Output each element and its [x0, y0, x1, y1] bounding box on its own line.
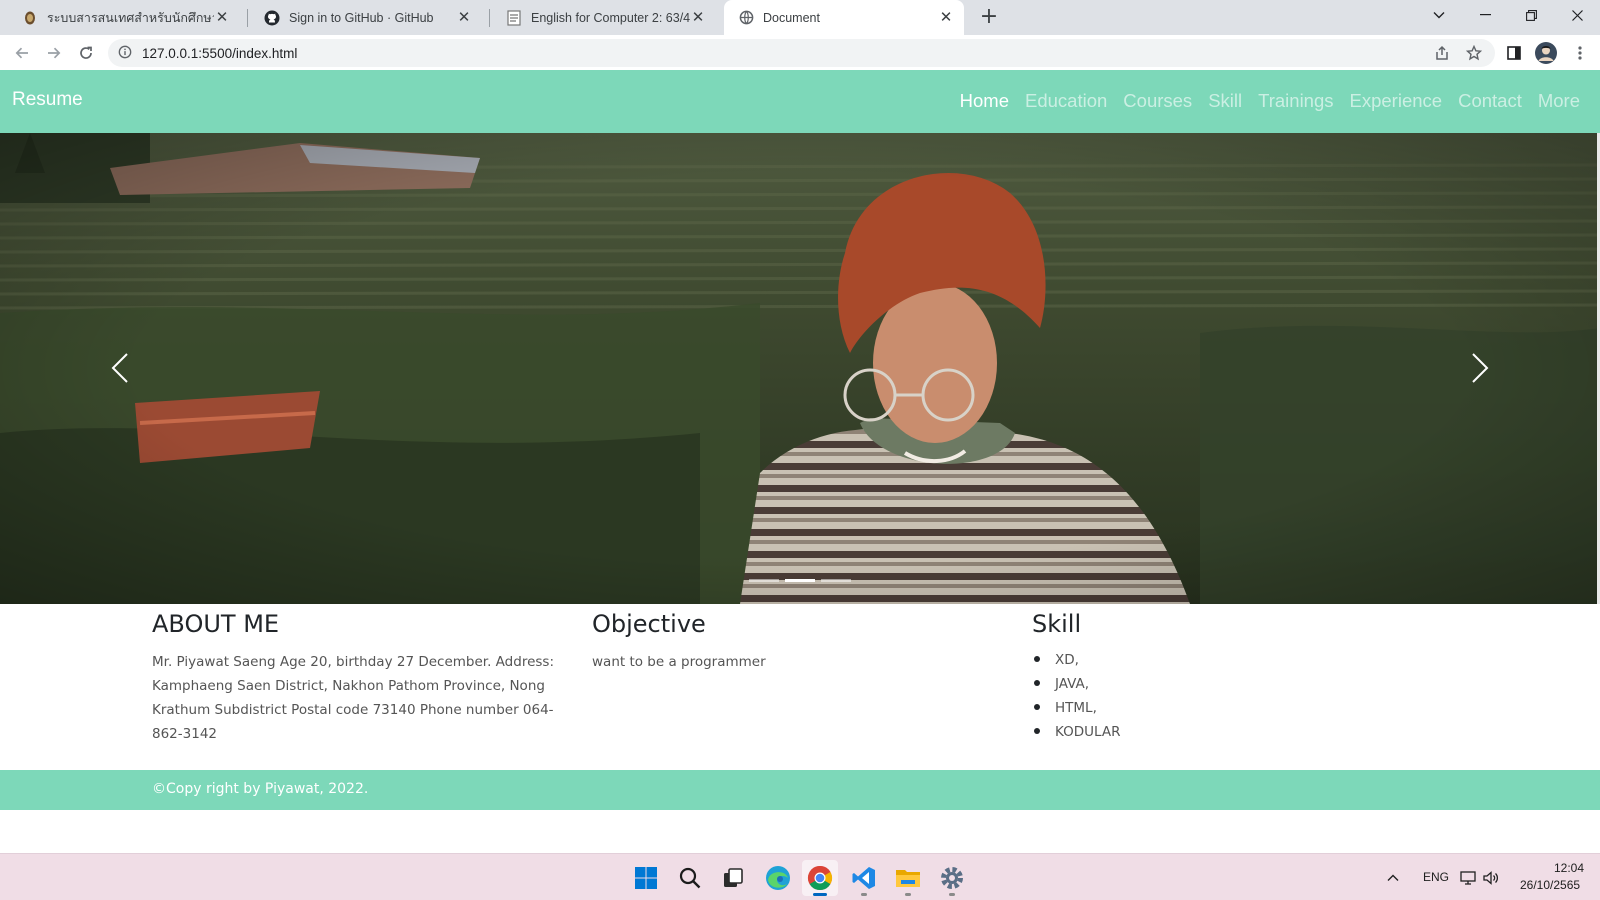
reload-button[interactable]: [72, 39, 100, 67]
windows-taskbar: ENG 12:04 26/10/2565: [0, 853, 1600, 900]
running-indicator: [813, 893, 827, 896]
tab-separator: [247, 9, 248, 27]
clock-date[interactable]: 26/10/2565: [1520, 878, 1580, 892]
bookmark-star-icon[interactable]: [1460, 39, 1488, 67]
nav-home[interactable]: Home: [960, 90, 1009, 112]
chevron-left-icon: [111, 353, 128, 383]
university-seal-icon: [22, 10, 38, 26]
about-column: ABOUT ME Mr. Piyawat Saeng Age 20, birth…: [152, 610, 562, 746]
task-view-icon[interactable]: [715, 860, 751, 896]
running-indicator: [861, 893, 867, 896]
github-icon: [264, 10, 280, 26]
nav-contact[interactable]: Contact: [1458, 90, 1522, 112]
minimize-button[interactable]: [1462, 0, 1508, 30]
settings-icon[interactable]: [934, 860, 970, 896]
running-indicator: [905, 893, 911, 896]
skill-item: XD,: [1032, 648, 1442, 672]
side-panel-icon[interactable]: [1500, 39, 1528, 67]
objective-text: want to be a programmer: [592, 654, 766, 670]
file-explorer-icon[interactable]: [890, 860, 926, 896]
close-icon[interactable]: ✕: [690, 9, 706, 26]
new-tab-button[interactable]: +: [975, 4, 1003, 32]
show-hidden-icons-button[interactable]: [1382, 860, 1404, 896]
tab-english-course[interactable]: English for Computer 2: 63/44 : ส ✕: [492, 0, 716, 35]
carousel-photo: [0, 133, 1600, 604]
carousel-indicator-1[interactable]: [749, 579, 779, 582]
tab-title: ระบบสารสนเทศสำหรับนักศึกษา: [47, 10, 214, 25]
nav-experience[interactable]: Experience: [1350, 90, 1443, 112]
carousel-indicator-3[interactable]: [821, 579, 851, 582]
vscode-icon[interactable]: [846, 860, 882, 896]
volume-icon[interactable]: [1480, 860, 1502, 896]
back-button[interactable]: [8, 39, 36, 67]
share-icon[interactable]: [1428, 39, 1456, 67]
nav-links: Home Education Courses Skill Trainings E…: [960, 90, 1580, 112]
skill-item: KODULAR: [1032, 720, 1442, 744]
windows-start-icon[interactable]: [628, 860, 664, 896]
close-window-button[interactable]: [1554, 0, 1600, 30]
site-footer: ©Copy right by Piyawat, 2022.: [0, 770, 1600, 810]
about-title: ABOUT ME: [152, 610, 280, 638]
tab-title: Document: [763, 10, 820, 25]
tab-search-button[interactable]: [1416, 0, 1462, 30]
site-info-icon[interactable]: [118, 44, 132, 63]
chrome-icon[interactable]: [802, 860, 838, 896]
site-navbar: Resume Home Education Courses Skill Trai…: [0, 70, 1600, 133]
profile-avatar[interactable]: [1532, 39, 1560, 67]
hero-carousel: [0, 133, 1600, 604]
browser-toolbar: 127.0.0.1:5500/index.html: [0, 35, 1600, 70]
carousel-indicator-2[interactable]: [785, 579, 815, 582]
search-icon[interactable]: [672, 860, 708, 896]
nav-more[interactable]: More: [1538, 90, 1580, 112]
edge-icon[interactable]: [760, 860, 796, 896]
about-text: Mr. Piyawat Saeng Age 20, birthday 27 De…: [152, 654, 554, 742]
document-icon: [506, 9, 522, 26]
nav-courses[interactable]: Courses: [1123, 90, 1192, 112]
browser-menu-icon[interactable]: [1566, 39, 1594, 67]
browser-tab-bar: ระบบสารสนเทศสำหรับนักศึกษา ✕ Sign in to …: [0, 0, 1600, 35]
tab-title: English for Computer 2: 63/44 : ส: [531, 10, 690, 25]
clock-time[interactable]: 12:04: [1554, 861, 1584, 875]
tab-title: Sign in to GitHub · GitHub: [289, 10, 434, 25]
network-icon[interactable]: [1458, 860, 1480, 896]
skill-column: Skill XD, JAVA, HTML, KODULAR: [1032, 610, 1442, 744]
tab-document[interactable]: Document ✕: [724, 0, 964, 35]
carousel-indicators: [749, 579, 851, 582]
close-icon[interactable]: ✕: [938, 9, 954, 26]
nav-education[interactable]: Education: [1025, 90, 1107, 112]
carousel-prev-button[interactable]: [100, 338, 140, 398]
carousel-next-button[interactable]: [1460, 338, 1500, 398]
skill-item: JAVA,: [1032, 672, 1442, 696]
globe-icon: [738, 10, 754, 26]
skill-item: HTML,: [1032, 696, 1442, 720]
skill-list: XD, JAVA, HTML, KODULAR: [1032, 648, 1442, 744]
tab-separator: [489, 9, 490, 27]
input-language[interactable]: ENG: [1423, 870, 1449, 884]
tab-student-info[interactable]: ระบบสารสนเทศสำหรับนักศึกษา ✕: [8, 0, 240, 35]
navbar-brand[interactable]: Resume: [12, 89, 83, 111]
footer-copyright: ©Copy right by Piyawat, 2022.: [152, 781, 369, 797]
address-bar[interactable]: 127.0.0.1:5500/index.html: [108, 39, 1495, 67]
running-indicator: [949, 893, 955, 896]
objective-column: Objective want to be a programmer: [592, 610, 1002, 674]
nav-skill[interactable]: Skill: [1208, 90, 1242, 112]
forward-button[interactable]: [40, 39, 68, 67]
skill-title: Skill: [1032, 610, 1082, 638]
tab-github[interactable]: Sign in to GitHub · GitHub ✕: [250, 0, 482, 35]
close-icon[interactable]: ✕: [214, 9, 230, 26]
chevron-right-icon: [1472, 353, 1489, 383]
close-icon[interactable]: ✕: [456, 9, 472, 26]
content-section: ABOUT ME Mr. Piyawat Saeng Age 20, birth…: [0, 604, 1600, 770]
url-text: 127.0.0.1:5500/index.html: [142, 45, 298, 61]
restore-button[interactable]: [1508, 0, 1554, 30]
nav-trainings[interactable]: Trainings: [1258, 90, 1333, 112]
objective-title: Objective: [592, 610, 706, 638]
